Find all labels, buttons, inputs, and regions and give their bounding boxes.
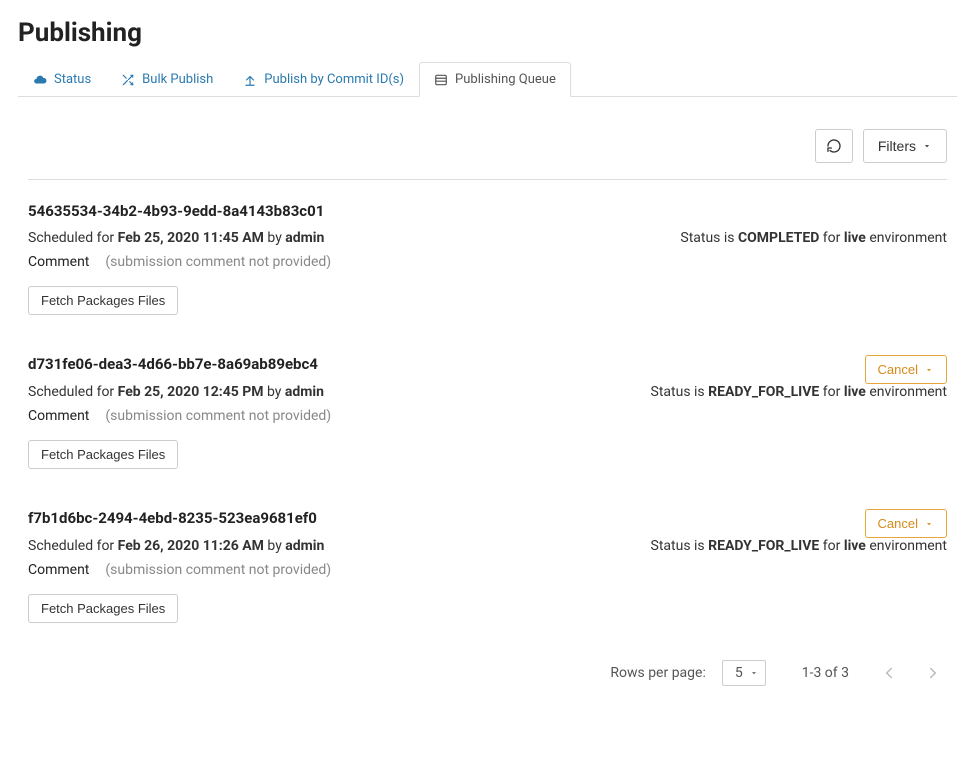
fetch-packages-button[interactable]: Fetch Packages Files [28, 440, 178, 469]
queue-item: f7b1d6bc-2494-4ebd-8235-523ea9681ef0 Can… [28, 487, 947, 641]
comment-label: Comment [28, 408, 89, 424]
comment-value: (submission comment not provided) [105, 254, 331, 270]
queue-item-id: 54635534-34b2-4b93-9edd-8a4143b83c01 [28, 202, 324, 220]
cancel-label: Cancel [878, 362, 918, 377]
tab-label: Publish by Commit ID(s) [264, 72, 404, 87]
tab-publish-by-commit[interactable]: Publish by Commit ID(s) [228, 62, 419, 97]
fetch-packages-button[interactable]: Fetch Packages Files [28, 286, 178, 315]
caret-down-icon [922, 141, 932, 151]
queue-item: d731fe06-dea3-4d66-bb7e-8a69ab89ebc4 Can… [28, 333, 947, 487]
toolbar: Filters [28, 97, 947, 180]
schedule-text: Scheduled for Feb 26, 2020 11:26 AM by a… [28, 538, 324, 554]
queue-item: 54635534-34b2-4b93-9edd-8a4143b83c01 Sch… [28, 180, 947, 333]
tab-label: Bulk Publish [142, 72, 213, 87]
caret-down-icon [749, 668, 759, 678]
page-title: Publishing [18, 18, 957, 48]
tab-bulk-publish[interactable]: Bulk Publish [106, 62, 228, 97]
tab-status[interactable]: Status [18, 62, 106, 97]
tab-label: Publishing Queue [455, 72, 556, 87]
upload-icon [243, 73, 257, 87]
filters-button[interactable]: Filters [863, 129, 947, 163]
pagination-range: 1-3 of 3 [802, 665, 849, 681]
page-size-select[interactable]: 5 [722, 660, 766, 686]
schedule-text: Scheduled for Feb 25, 2020 12:45 PM by a… [28, 384, 324, 400]
cancel-button[interactable]: Cancel [865, 509, 947, 538]
queue-item-id: f7b1d6bc-2494-4ebd-8235-523ea9681ef0 [28, 509, 317, 527]
queue-item-id: d731fe06-dea3-4d66-bb7e-8a69ab89ebc4 [28, 355, 318, 373]
rows-per-page-label: Rows per page: [610, 665, 705, 681]
cloud-icon [33, 73, 47, 87]
tab-bar: Status Bulk Publish Publish by Commit ID… [18, 62, 957, 97]
status-text: Status is READY_FOR_LIVE for live enviro… [651, 384, 947, 400]
cancel-label: Cancel [878, 516, 918, 531]
comment-value: (submission comment not provided) [105, 562, 331, 578]
caret-down-icon [924, 365, 934, 375]
fetch-packages-button[interactable]: Fetch Packages Files [28, 594, 178, 623]
status-text: Status is COMPLETED for live environment [680, 230, 947, 246]
pagination-bar: Rows per page: 5 1-3 of 3 [28, 641, 947, 705]
shuffle-icon [121, 73, 135, 87]
caret-down-icon [924, 519, 934, 529]
tab-publishing-queue[interactable]: Publishing Queue [419, 62, 571, 97]
tab-label: Status [54, 72, 91, 87]
prev-page-button[interactable] [875, 659, 903, 687]
page-size-value: 5 [735, 665, 743, 681]
refresh-button[interactable] [815, 129, 853, 163]
comment-value: (submission comment not provided) [105, 408, 331, 424]
list-icon [434, 73, 448, 87]
schedule-text: Scheduled for Feb 25, 2020 11:45 AM by a… [28, 230, 324, 246]
filters-label: Filters [878, 138, 916, 154]
refresh-icon [826, 138, 842, 154]
comment-label: Comment [28, 562, 89, 578]
status-text: Status is READY_FOR_LIVE for live enviro… [651, 538, 947, 554]
next-page-button[interactable] [919, 659, 947, 687]
cancel-button[interactable]: Cancel [865, 355, 947, 384]
comment-label: Comment [28, 254, 89, 270]
